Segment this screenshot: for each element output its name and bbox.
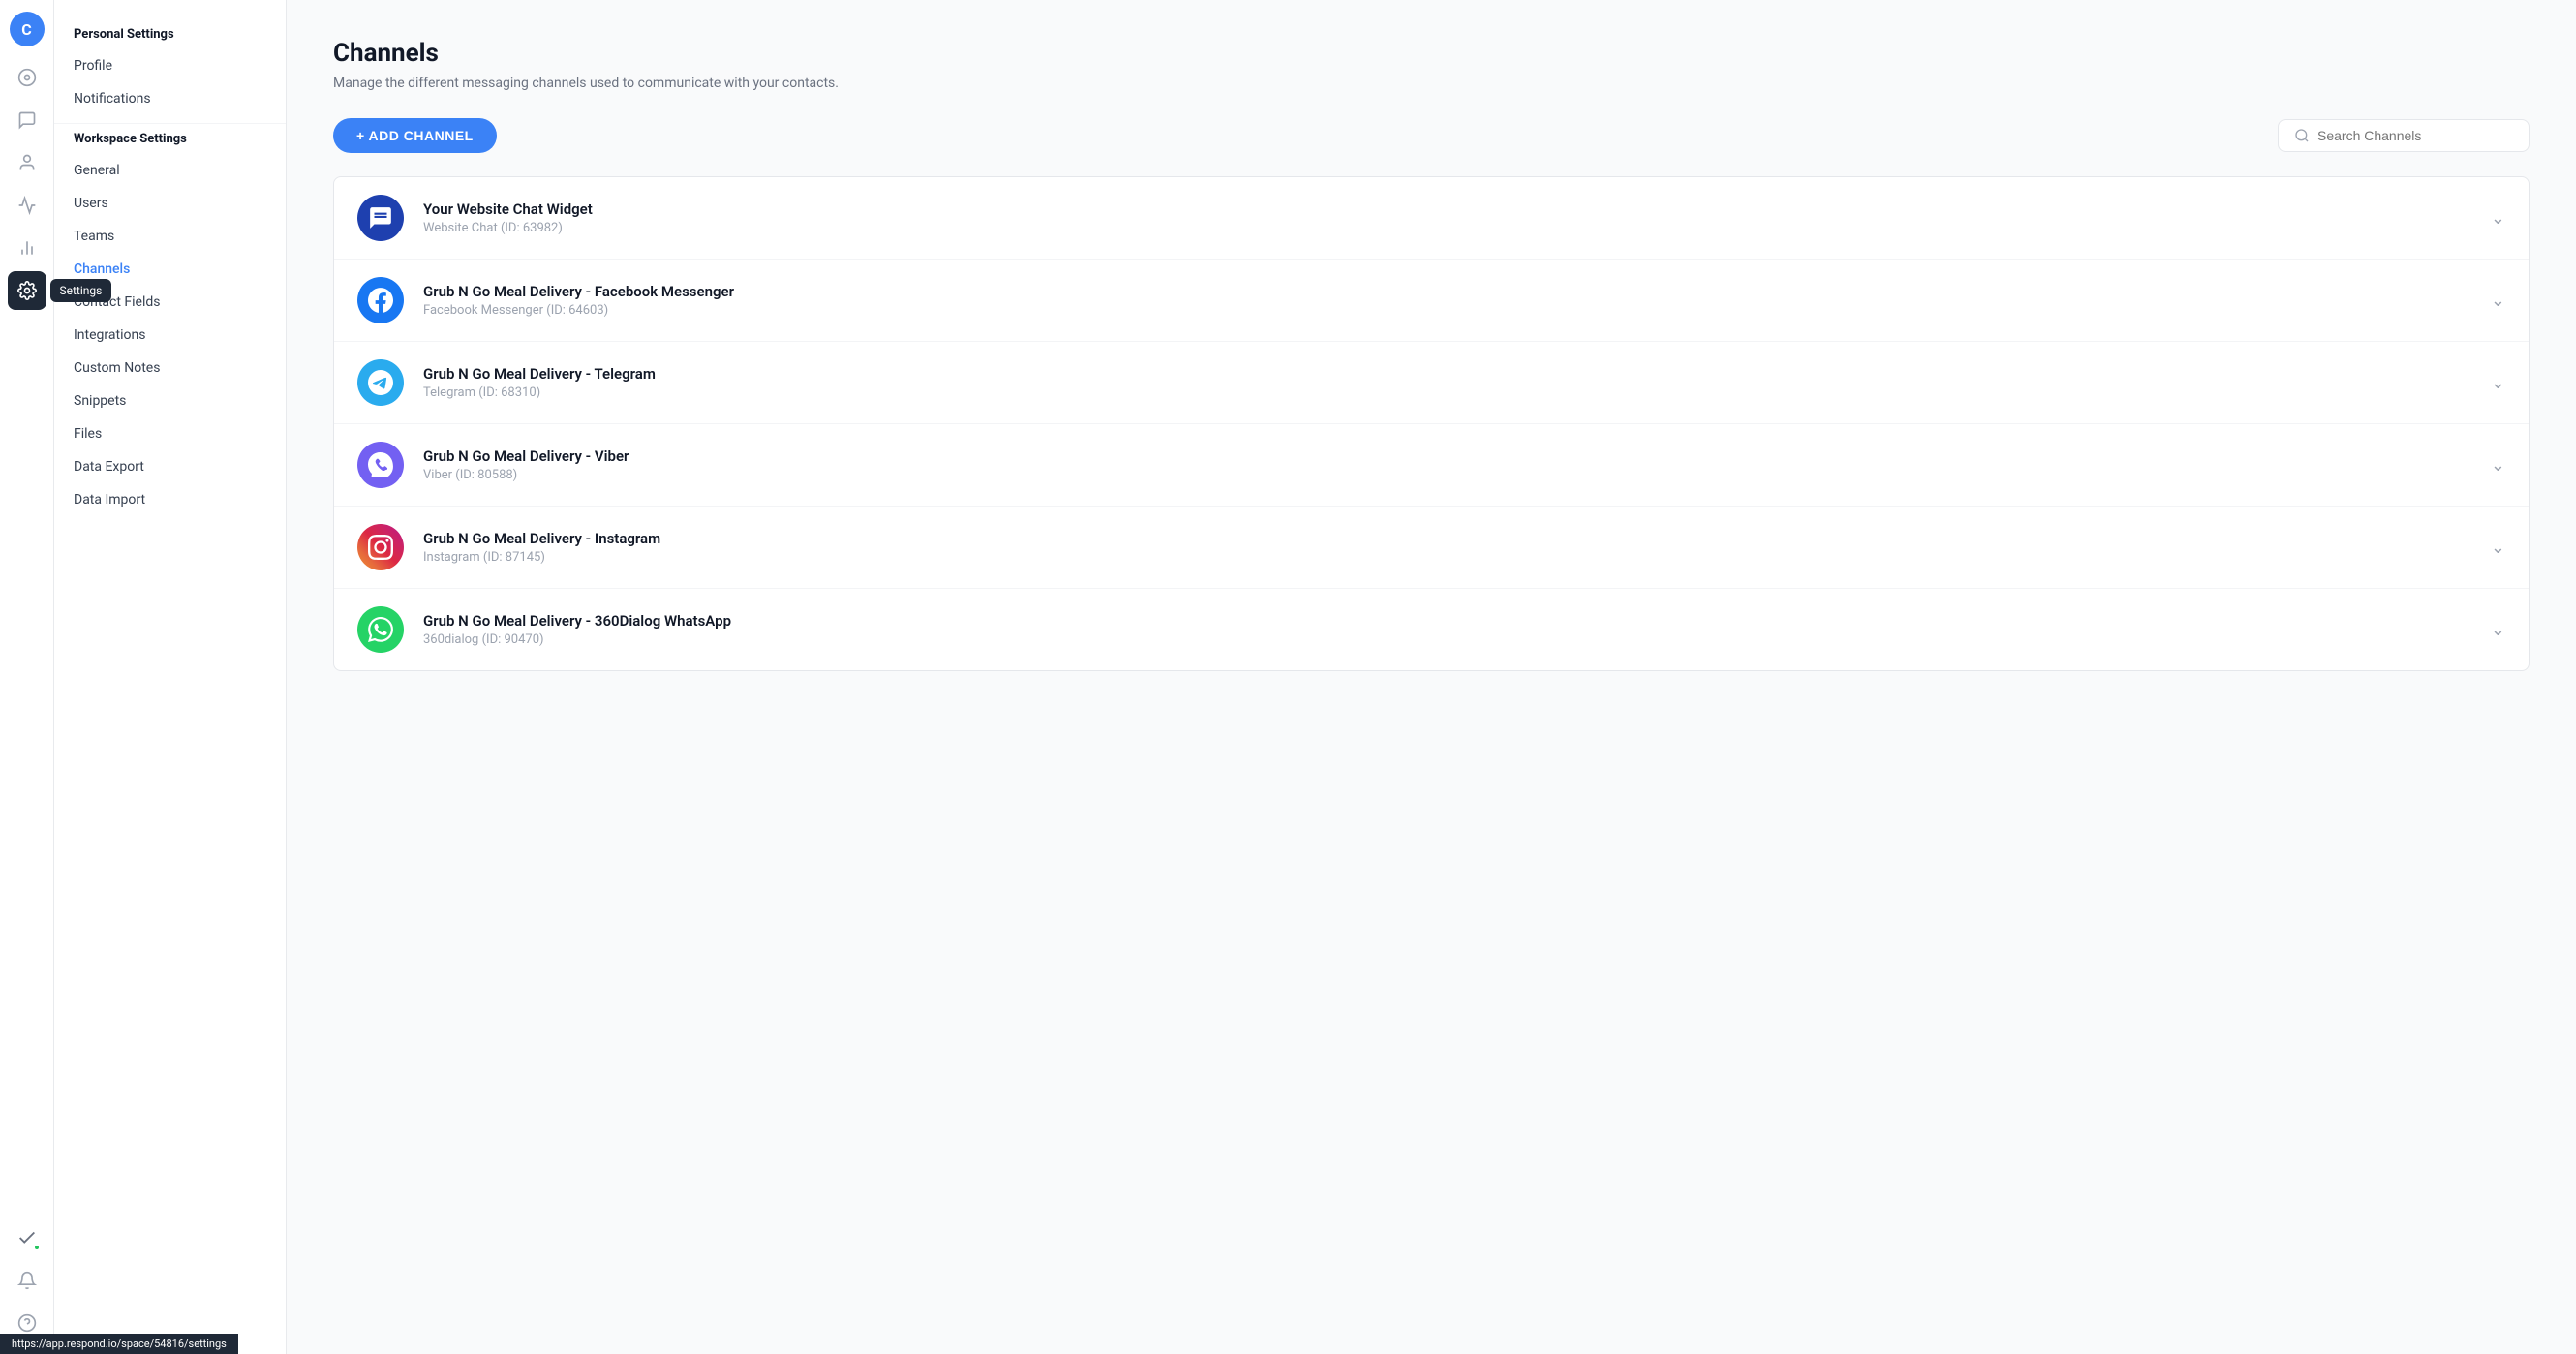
search-icon [2294, 128, 2310, 143]
page-title: Channels [333, 39, 2530, 68]
search-box [2278, 119, 2530, 152]
channel-sub: Viber (ID: 80588) [423, 468, 2491, 482]
channel-sub: Facebook Messenger (ID: 64603) [423, 303, 2491, 318]
sidebar-item-users[interactable]: Users [54, 187, 286, 220]
channel-info: Grub N Go Meal Delivery - Instagram Inst… [423, 530, 2491, 565]
channel-icon-instagram [357, 524, 404, 570]
channel-name: Grub N Go Meal Delivery - Telegram [423, 365, 2491, 383]
sidebar-item-general[interactable]: General [54, 154, 286, 187]
channel-icon-facebook [357, 277, 404, 323]
sidebar-item-contact-fields[interactable]: Contact Fields [54, 286, 286, 319]
chevron-down-icon: ⌄ [2491, 538, 2505, 558]
channel-icon-whatsapp [357, 606, 404, 653]
integrations-nav[interactable] [8, 1218, 46, 1257]
channel-info: Your Website Chat Widget Website Chat (I… [423, 200, 2491, 235]
sidebar-item-teams[interactable]: Teams [54, 220, 286, 253]
sidebar-divider [54, 123, 286, 124]
add-channel-button[interactable]: + ADD CHANNEL [333, 118, 497, 153]
sidebar-item-data-export[interactable]: Data Export [54, 450, 286, 483]
page-subtitle: Manage the different messaging channels … [333, 76, 2530, 91]
chevron-down-icon: ⌄ [2491, 208, 2505, 229]
channel-info: Grub N Go Meal Delivery - Telegram Teleg… [423, 365, 2491, 400]
toolbar: + ADD CHANNEL [333, 118, 2530, 153]
channel-name: Grub N Go Meal Delivery - Instagram [423, 530, 2491, 547]
channel-item[interactable]: Grub N Go Meal Delivery - Facebook Messe… [334, 260, 2529, 342]
icon-bar: C Settings [0, 0, 54, 1354]
avatar[interactable]: C [10, 12, 45, 46]
sidebar-item-data-import[interactable]: Data Import [54, 483, 286, 516]
channel-info: Grub N Go Meal Delivery - Facebook Messe… [423, 283, 2491, 318]
channel-item[interactable]: Grub N Go Meal Delivery - Telegram Teleg… [334, 342, 2529, 424]
sidebar-item-integrations[interactable]: Integrations [54, 319, 286, 352]
channel-info: Grub N Go Meal Delivery - 360Dialog What… [423, 612, 2491, 647]
chevron-down-icon: ⌄ [2491, 620, 2505, 640]
chevron-down-icon: ⌄ [2491, 291, 2505, 311]
badge-dot [33, 1244, 41, 1251]
channel-list: Your Website Chat Widget Website Chat (I… [333, 176, 2530, 671]
channel-item[interactable]: Grub N Go Meal Delivery - Viber Viber (I… [334, 424, 2529, 507]
channel-info: Grub N Go Meal Delivery - Viber Viber (I… [423, 447, 2491, 482]
chevron-down-icon: ⌄ [2491, 373, 2505, 393]
reports-nav[interactable] [8, 229, 46, 267]
channel-sub: 360dialog (ID: 90470) [423, 632, 2491, 647]
workspace-settings-title: Workspace Settings [54, 132, 286, 154]
settings-nav[interactable]: Settings [8, 271, 46, 310]
channel-icon-webchat [357, 195, 404, 241]
sidebar: Personal Settings Profile Notifications … [54, 0, 287, 1354]
channel-item[interactable]: Grub N Go Meal Delivery - Instagram Inst… [334, 507, 2529, 589]
conversations-nav[interactable] [8, 101, 46, 139]
url-bar: https://app.respond.io/space/54816/setti… [0, 1334, 238, 1354]
channel-sub: Telegram (ID: 68310) [423, 385, 2491, 400]
channel-sub: Website Chat (ID: 63982) [423, 221, 2491, 235]
sidebar-item-notifications[interactable]: Notifications [54, 82, 286, 115]
channel-name: Grub N Go Meal Delivery - 360Dialog What… [423, 612, 2491, 630]
search-input[interactable] [2317, 128, 2513, 143]
channel-sub: Instagram (ID: 87145) [423, 550, 2491, 565]
channel-item[interactable]: Grub N Go Meal Delivery - 360Dialog What… [334, 589, 2529, 670]
channel-name: Your Website Chat Widget [423, 200, 2491, 218]
sidebar-item-files[interactable]: Files [54, 417, 286, 450]
chevron-down-icon: ⌄ [2491, 455, 2505, 476]
channel-icon-viber [357, 442, 404, 488]
channel-item[interactable]: Your Website Chat Widget Website Chat (I… [334, 177, 2529, 260]
main-content: Channels Manage the different messaging … [287, 0, 2576, 1354]
sidebar-item-snippets[interactable]: Snippets [54, 385, 286, 417]
sidebar-item-profile[interactable]: Profile [54, 49, 286, 82]
sidebar-item-channels[interactable]: Channels [54, 253, 286, 286]
icon-bar-bottom [8, 1218, 46, 1342]
notifications-nav[interactable] [8, 1261, 46, 1300]
channel-name: Grub N Go Meal Delivery - Facebook Messe… [423, 283, 2491, 300]
personal-settings-title: Personal Settings [54, 27, 286, 49]
channel-icon-telegram [357, 359, 404, 406]
dashboard-nav[interactable] [8, 58, 46, 97]
channel-name: Grub N Go Meal Delivery - Viber [423, 447, 2491, 465]
contacts-nav[interactable] [8, 143, 46, 182]
broadcasts-nav[interactable] [8, 186, 46, 225]
sidebar-item-custom-notes[interactable]: Custom Notes [54, 352, 286, 385]
